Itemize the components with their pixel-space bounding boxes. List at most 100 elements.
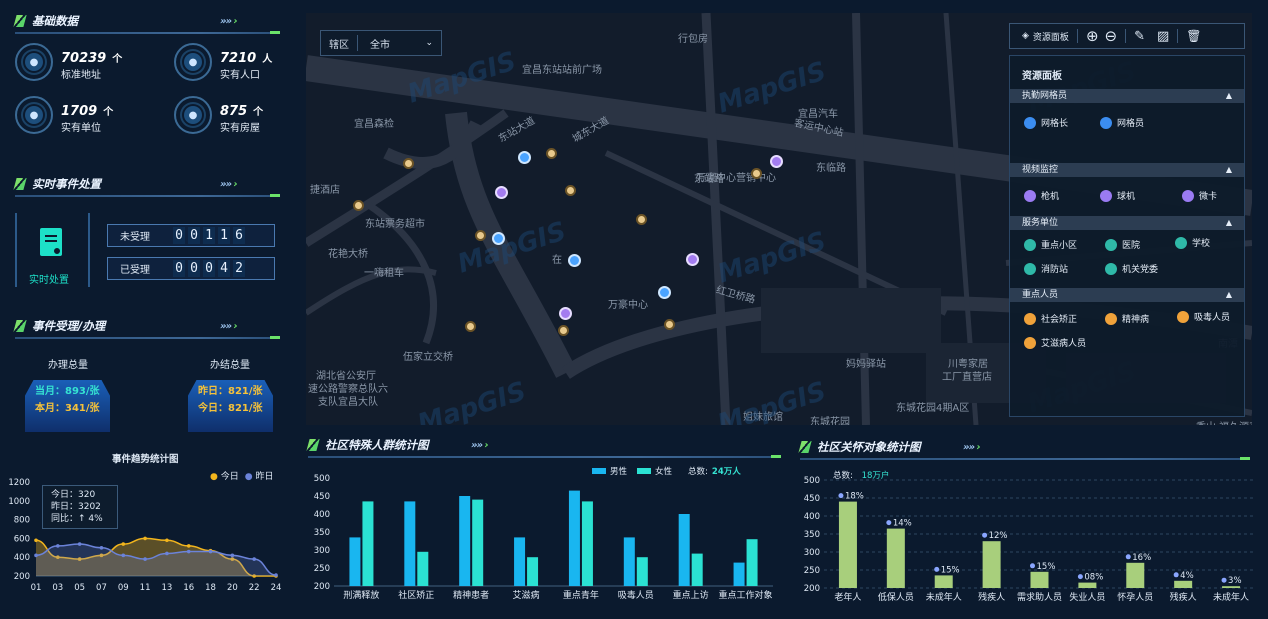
section-mark-icon bbox=[306, 439, 320, 451]
panel-item[interactable]: 机关党委 bbox=[1105, 262, 1158, 275]
caret-up-icon[interactable]: ▲ bbox=[1226, 216, 1232, 230]
resource-icon bbox=[1024, 238, 1036, 251]
panel-item-label: 机关党委 bbox=[1122, 265, 1159, 275]
area-icon[interactable]: ▨ bbox=[1157, 29, 1169, 44]
stat-label: 实有单位 bbox=[61, 123, 101, 134]
map-marker-icon[interactable] bbox=[686, 253, 699, 266]
panel-group-header[interactable]: 视频监控 ▲ bbox=[1010, 163, 1244, 177]
special-chart: 500 450 400 350 300 250 200 刑满释放 社区矫正 精神患者 艾滋病 重点青年… bbox=[314, 474, 773, 601]
map-marker-icon[interactable] bbox=[751, 168, 762, 179]
map-marker-icon[interactable] bbox=[518, 151, 531, 164]
x-tick: 01 bbox=[31, 583, 42, 593]
stat-value: 875 个 bbox=[220, 104, 264, 119]
panel-item[interactable]: 医院 bbox=[1105, 238, 1140, 251]
map-marker-icon[interactable] bbox=[658, 286, 671, 299]
yesterday-count: 昨日：821/张 bbox=[198, 386, 263, 397]
panel-item[interactable]: 吸毒人员 bbox=[1177, 310, 1230, 323]
resource-panel-button[interactable]: 资源面板 bbox=[1033, 30, 1069, 43]
panel-group-header[interactable]: 执勤网格员 ▲ bbox=[1010, 89, 1244, 103]
section-mark-icon bbox=[798, 441, 812, 453]
resource-icon bbox=[1175, 236, 1187, 249]
y-tick: 200 bbox=[804, 584, 820, 594]
panel-group-header[interactable]: 服务单位 ▲ bbox=[1010, 216, 1244, 230]
district-select[interactable]: 辖区 全市 ⌄ bbox=[320, 30, 442, 56]
section-care-label: 社区关怀对象统计图 bbox=[817, 440, 921, 454]
divider bbox=[15, 336, 280, 339]
map-marker-icon[interactable] bbox=[465, 321, 476, 332]
panel-item[interactable]: 社会矫正 bbox=[1024, 312, 1077, 325]
map-marker-icon[interactable] bbox=[492, 232, 505, 245]
stat-value: 1709 个 bbox=[61, 104, 114, 119]
bar bbox=[746, 539, 758, 586]
caret-up-icon[interactable]: ▲ bbox=[1226, 288, 1232, 302]
panel-item[interactable]: 重点小区 bbox=[1024, 238, 1077, 251]
caret-up-icon[interactable]: ▲ bbox=[1226, 89, 1232, 103]
panel-item[interactable]: 网格长 bbox=[1024, 116, 1068, 129]
bar bbox=[527, 557, 539, 586]
bar bbox=[838, 501, 857, 588]
stat-unit: 人 bbox=[262, 54, 273, 65]
y-tick: 450 bbox=[314, 492, 330, 502]
layers-icon[interactable]: ◈ bbox=[1022, 31, 1029, 41]
panel-item[interactable]: 艾滋病人员 bbox=[1024, 336, 1086, 349]
map-marker-icon[interactable] bbox=[568, 254, 581, 267]
map-marker-icon[interactable] bbox=[559, 307, 572, 320]
panel-item-label: 微卡 bbox=[1199, 192, 1218, 202]
counter-row: 未受理 0 0 1 1 6 bbox=[107, 224, 275, 247]
bar-label: 16% bbox=[1132, 553, 1151, 563]
measure-icon[interactable]: ✎ bbox=[1134, 29, 1145, 44]
panel-item[interactable]: 精神病 bbox=[1105, 312, 1149, 325]
map-marker-icon[interactable] bbox=[558, 325, 569, 336]
district-label: 辖区 bbox=[329, 39, 349, 51]
series-point bbox=[274, 573, 278, 577]
panel-item[interactable]: 网格员 bbox=[1100, 116, 1144, 129]
bar-dot bbox=[886, 520, 892, 526]
map-marker-icon[interactable] bbox=[770, 155, 783, 168]
y-tick: 350 bbox=[314, 528, 330, 538]
panel-item[interactable]: 枪机 bbox=[1024, 189, 1059, 202]
map-label: 姐妹旅馆 bbox=[743, 412, 783, 423]
series-point bbox=[34, 553, 38, 558]
care-chart: 500 450 400 350 300 250 200 18% 老年人 14% 低保人员 15% 未成年… bbox=[804, 476, 1255, 603]
map-marker-icon[interactable] bbox=[495, 186, 508, 199]
toolbar-divider bbox=[1125, 29, 1127, 43]
trash-icon[interactable]: 🗑 bbox=[1186, 29, 1201, 43]
month-count: 当月：893/张 bbox=[35, 386, 100, 397]
building-icon: ● bbox=[25, 106, 43, 124]
panel-item[interactable]: 球机 bbox=[1100, 189, 1135, 202]
stat-ring: ● bbox=[174, 43, 212, 81]
map-marker-icon[interactable] bbox=[565, 185, 576, 196]
y-tick: 200 bbox=[314, 582, 330, 592]
toolbar-divider bbox=[1177, 29, 1179, 43]
panel-item[interactable]: 学校 bbox=[1175, 236, 1210, 249]
map-marker-icon[interactable] bbox=[546, 148, 557, 159]
bar bbox=[678, 514, 690, 586]
bar bbox=[636, 557, 648, 586]
y-tick: 250 bbox=[314, 564, 330, 574]
panel-item[interactable]: 微卡 bbox=[1182, 189, 1217, 202]
map-marker-icon[interactable] bbox=[475, 230, 486, 241]
section-realtime-title: 实时事件处置 »» › bbox=[13, 173, 280, 195]
counter-digit: 0 bbox=[173, 227, 185, 244]
map-marker-icon[interactable] bbox=[353, 200, 364, 211]
y-tick: 250 bbox=[804, 566, 820, 576]
section-special-label: 社区特殊人群统计图 bbox=[325, 438, 429, 452]
stat-ring: ● bbox=[15, 43, 53, 81]
map-marker-icon[interactable] bbox=[636, 214, 647, 225]
counter-row: 已受理 0 0 0 4 2 bbox=[107, 257, 275, 280]
map-marker-icon[interactable] bbox=[664, 319, 675, 330]
bar bbox=[886, 528, 905, 588]
caret-up-icon[interactable]: ▲ bbox=[1226, 163, 1232, 177]
map-marker-icon[interactable] bbox=[403, 158, 414, 169]
stat-unit: 个 bbox=[253, 107, 264, 118]
stat-unit: 个 bbox=[112, 54, 123, 65]
bar bbox=[459, 496, 471, 586]
panel-item[interactable]: 消防站 bbox=[1024, 262, 1068, 275]
zoom-out-icon[interactable]: ⊖ bbox=[1105, 27, 1118, 45]
section-special-title: 社区特殊人群统计图 »» › bbox=[306, 434, 781, 456]
chevrons-icon: »» › bbox=[220, 15, 238, 27]
zoom-in-icon[interactable]: ⊕ bbox=[1086, 27, 1099, 45]
panel-group-header[interactable]: 重点人员 ▲ bbox=[1010, 288, 1244, 302]
divider bbox=[15, 194, 280, 197]
map-label: 妈妈驿站 bbox=[846, 359, 886, 370]
